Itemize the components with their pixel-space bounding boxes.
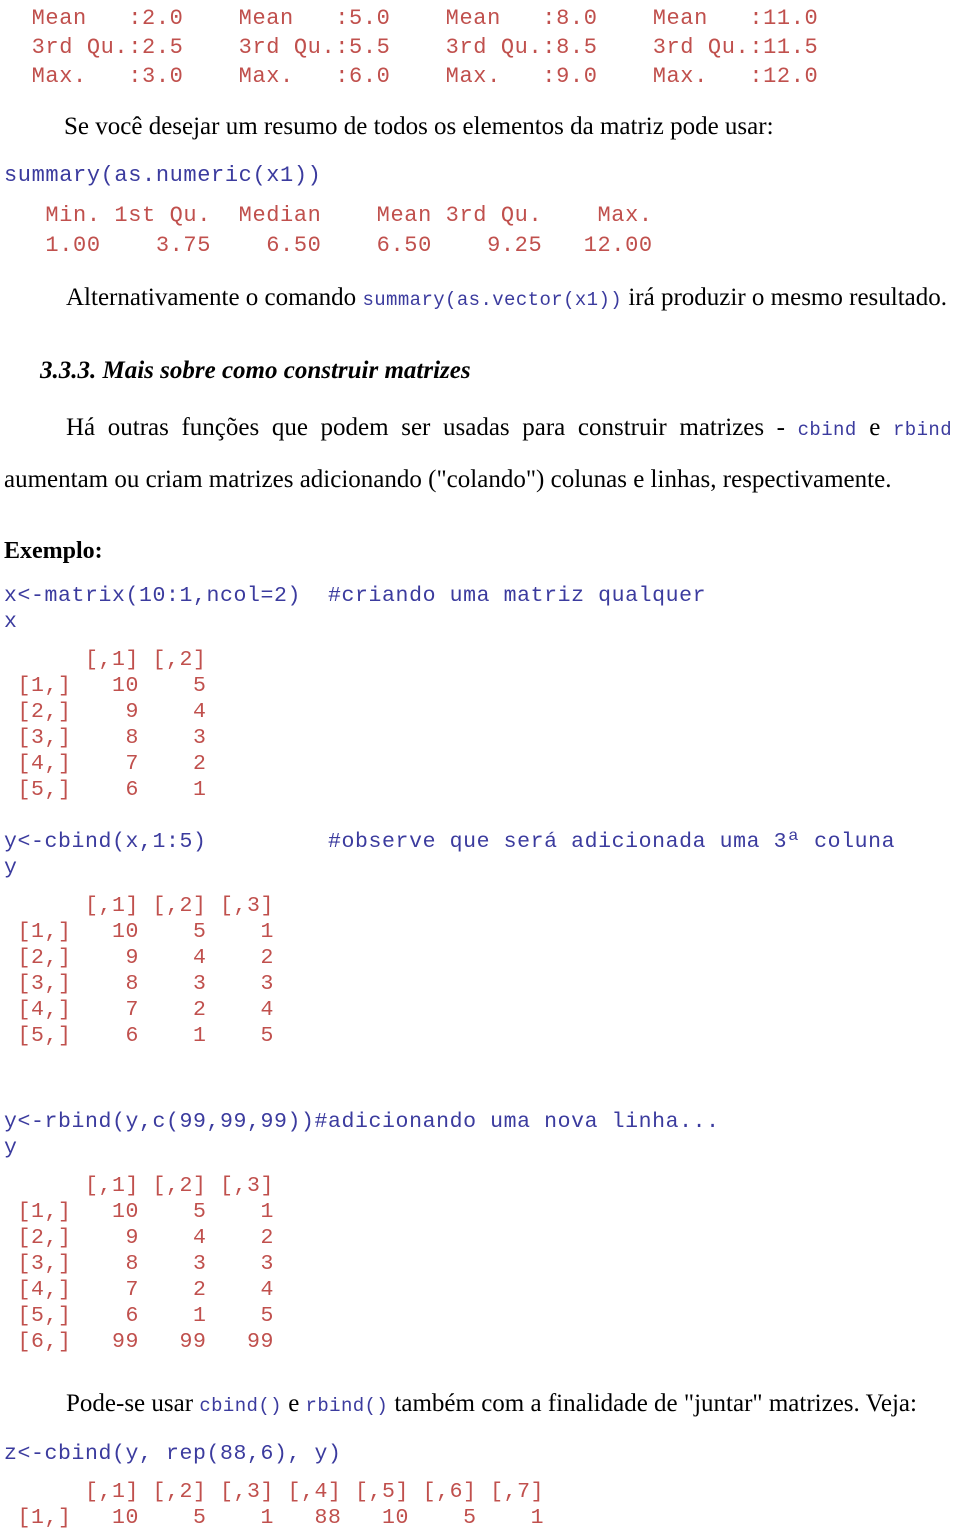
- paragraph-text-part: Alternativamente o comando: [66, 284, 363, 311]
- code-line: y: [4, 1136, 18, 1160]
- paragraph-text-part: irá produzir o mesmo resultado.: [622, 284, 948, 311]
- console-line: [1,] 10 5 1 88 10 5 1: [4, 1506, 545, 1530]
- inline-code-rbind: rbind: [892, 419, 952, 441]
- console-line: [4,] 7 2 4: [4, 1278, 275, 1302]
- console-line: [,1] [,2]: [4, 648, 207, 672]
- console-line: [5,] 6 1 5: [4, 1024, 275, 1048]
- console-cbind-z-output: [,1] [,2] [,3] [,4] [,5] [,6] [,7] [1,] …: [0, 1479, 960, 1531]
- code-line: y<-rbind(y,c(99,99,99))#adicionando uma …: [4, 1110, 720, 1134]
- console-line: [4,] 7 2: [4, 752, 207, 776]
- document-page: Mean :2.0 Mean :5.0 Mean :8.0 Mean :11.0…: [0, 0, 960, 1530]
- console-summary-columns: Mean :2.0 Mean :5.0 Mean :8.0 Mean :11.0…: [0, 0, 960, 91]
- inline-code-summary-as-vector: summary(as.vector(x1)): [362, 289, 623, 311]
- console-line: [4,] 7 2 4: [4, 998, 275, 1022]
- paragraph-text-part: e: [856, 414, 893, 441]
- console-line: [3,] 8 3 3: [4, 1252, 275, 1276]
- console-line: [2,] 9 4 2: [4, 1226, 275, 1250]
- inline-code-rbind-fn: rbind(): [305, 1395, 389, 1417]
- console-line: [1,] 10 5 1: [4, 920, 275, 944]
- console-line: [3,] 8 3: [4, 726, 207, 750]
- console-rbind-y-output: [,1] [,2] [,3] [1,] 10 5 1 [2,] 9 4 2 [3…: [0, 1173, 960, 1355]
- console-line: [2,] 9 4: [4, 700, 207, 724]
- code-line: y: [4, 856, 18, 880]
- inline-code-cbind: cbind: [797, 419, 857, 441]
- paragraph-resumo: Se você desejar um resumo de todos os el…: [64, 113, 774, 140]
- code-line: x<-matrix(10:1,ncol=2) #criando uma matr…: [4, 584, 707, 608]
- code-cbind-z: z<-cbind(y, rep(88,6), y): [4, 1442, 342, 1466]
- code-line: x: [4, 610, 18, 634]
- console-line: Min. 1st Qu. Median Mean 3rd Qu. Max.: [4, 203, 667, 228]
- code-matrix-x: x<-matrix(10:1,ncol=2) #criando uma matr…: [0, 583, 960, 635]
- console-cbind-y-output: [,1] [,2] [,3] [1,] 10 5 1 [2,] 9 4 2 [3…: [0, 893, 960, 1049]
- console-line: [5,] 6 1 5: [4, 1304, 275, 1328]
- console-line: 1.00 3.75 6.50 6.50 9.25 12.00: [4, 233, 667, 258]
- paragraph-alternativamente: Alternativamente o comando summary(as.ve…: [0, 273, 960, 325]
- code-cbind-y: y<-cbind(x,1:5) #observe que será adicio…: [0, 829, 960, 881]
- console-line: [1,] 10 5 1: [4, 1200, 275, 1224]
- console-line: [,1] [,2] [,3]: [4, 1174, 275, 1198]
- inline-code-cbind-fn: cbind(): [199, 1395, 282, 1417]
- console-line: Max. :3.0 Max. :6.0 Max. :9.0 Max. :12.0: [4, 64, 846, 89]
- console-line: [,1] [,2] [,3] [,4] [,5] [,6] [,7]: [4, 1480, 545, 1504]
- paragraph-text-part: e: [281, 1390, 306, 1417]
- label-exemplo: Exemplo:: [4, 538, 103, 564]
- console-line: [6,] 99 99 99: [4, 1330, 275, 1354]
- code-line: y<-cbind(x,1:5) #observe que será adicio…: [4, 830, 896, 854]
- console-line: 3rd Qu.:2.5 3rd Qu.:5.5 3rd Qu.:8.5 3rd …: [4, 35, 846, 60]
- paragraph-text-part: Pode-se usar: [66, 1390, 200, 1417]
- console-matrix-x-output: [,1] [,2] [1,] 10 5 [2,] 9 4 [3,] 8 3 [4…: [0, 647, 960, 803]
- console-line: [,1] [,2] [,3]: [4, 894, 275, 918]
- console-line: [1,] 10 5: [4, 674, 207, 698]
- code-summary-as-numeric: summary(as.numeric(x1)): [4, 163, 322, 188]
- section-heading-333: 3.3.3. Mais sobre como construir matrize…: [40, 357, 471, 384]
- console-line: [3,] 8 3 3: [4, 972, 275, 996]
- paragraph-text-part: aumentam ou criam matrizes adicionando (…: [4, 466, 892, 493]
- paragraph-text-part: também com a finalidade de "juntar" matr…: [388, 1390, 917, 1417]
- console-line: [2,] 9 4 2: [4, 946, 275, 970]
- console-summary-numeric-output: Min. 1st Qu. Median Mean 3rd Qu. Max. 1.…: [0, 201, 960, 261]
- console-line: [5,] 6 1: [4, 778, 207, 802]
- paragraph-juntar: Pode-se usar cbind() e rbind() também co…: [0, 1381, 960, 1429]
- code-rbind-y: y<-rbind(y,c(99,99,99))#adicionando uma …: [0, 1109, 960, 1161]
- paragraph-text-part: Há outras funções que podem ser usadas p…: [66, 414, 798, 441]
- console-line: Mean :2.0 Mean :5.0 Mean :8.0 Mean :11.0: [4, 6, 846, 31]
- paragraph-section-body: Há outras funções que podem ser usadas p…: [0, 403, 960, 505]
